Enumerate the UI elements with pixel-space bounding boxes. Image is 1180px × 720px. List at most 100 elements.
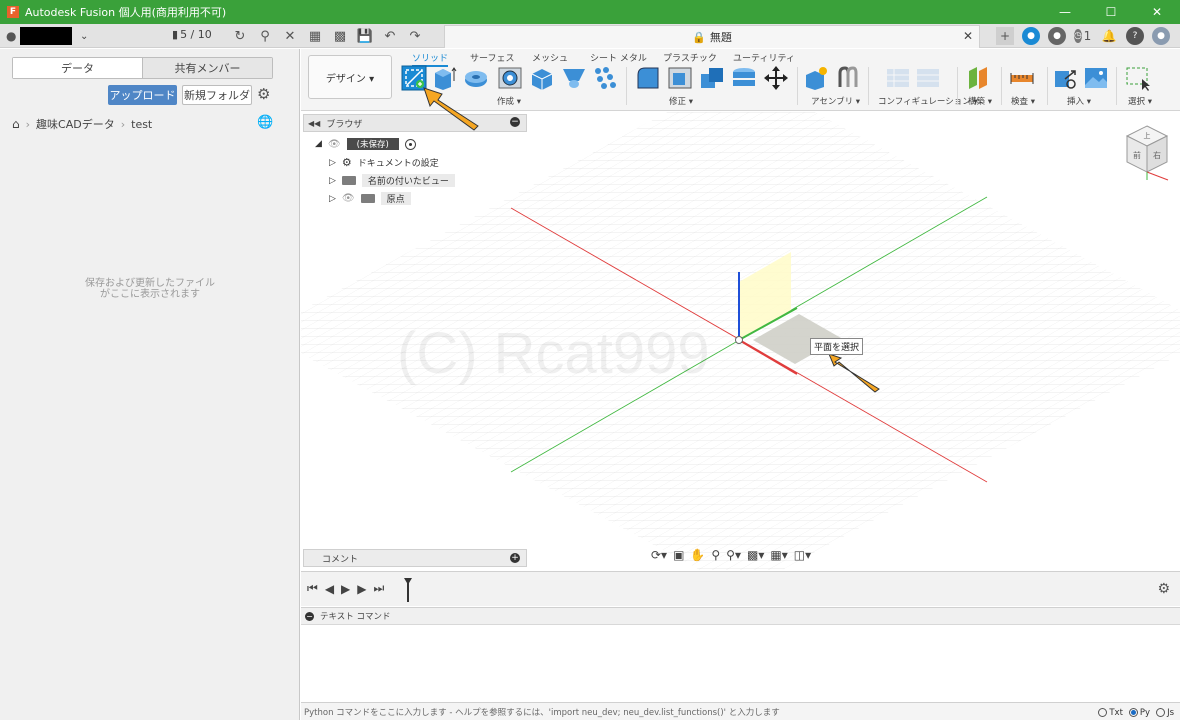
viewcube[interactable]: 上 前 右 bbox=[1122, 122, 1172, 182]
help-icon[interactable]: ? bbox=[1126, 27, 1144, 45]
search-icon[interactable]: ⚲ bbox=[257, 27, 273, 45]
timeline-marker[interactable] bbox=[404, 578, 412, 602]
collapsed-triangle-icon[interactable]: ▷ bbox=[329, 194, 336, 204]
command-input[interactable]: Python コマンドをここに入力します - ヘルプを参照するには、'impor… bbox=[301, 702, 1180, 720]
tree-item-document-settings[interactable]: ▷ ⚙ ドキュメントの設定 bbox=[329, 156, 439, 169]
visibility-eye-icon[interactable]: 👁 bbox=[328, 139, 341, 150]
box-button[interactable] bbox=[529, 65, 555, 91]
hidden-eye-icon[interactable]: 👁 bbox=[342, 193, 355, 204]
refresh-icon[interactable]: ↻ bbox=[232, 27, 248, 45]
breadcrumb-folder[interactable]: test bbox=[131, 118, 152, 131]
grid-menu-icon[interactable]: ▦ bbox=[307, 27, 323, 45]
option-py[interactable]: Py bbox=[1128, 708, 1150, 718]
look-at-icon[interactable]: ▣ bbox=[673, 548, 684, 562]
select-button[interactable] bbox=[1125, 65, 1151, 91]
tab-utility[interactable]: ユーティリティ bbox=[733, 51, 795, 64]
close-window-button[interactable]: ✕ bbox=[1134, 0, 1180, 24]
fit-icon[interactable]: ⚲▾ bbox=[726, 548, 741, 562]
tab-mesh[interactable]: メッシュ bbox=[532, 51, 568, 64]
home-icon[interactable]: ⌂ bbox=[12, 117, 20, 131]
tab-plastic[interactable]: プラスチック bbox=[663, 51, 717, 64]
globe-icon[interactable]: 🌐 bbox=[257, 115, 273, 130]
new-folder-button[interactable]: 新規フォルダ bbox=[182, 85, 252, 105]
viewports-icon[interactable]: ◫▾ bbox=[794, 548, 811, 562]
configure-rule-button[interactable] bbox=[915, 65, 941, 91]
group-label-inspect[interactable]: 検査 ▾ bbox=[1011, 95, 1035, 107]
minimize-browser-icon[interactable]: − bbox=[510, 117, 520, 127]
collapse-browser-icon[interactable]: ◀◀ bbox=[308, 119, 320, 128]
group-label-assemble[interactable]: アセンブリ ▾ bbox=[811, 95, 860, 107]
maximize-button[interactable]: ☐ bbox=[1088, 0, 1134, 24]
group-label-modify[interactable]: 修正 ▾ bbox=[669, 95, 693, 107]
file-menu-icon[interactable]: ▩ bbox=[332, 27, 348, 45]
measure-button[interactable] bbox=[1009, 65, 1035, 91]
group-label-insert[interactable]: 挿入 ▾ bbox=[1067, 95, 1091, 107]
zoom-icon[interactable]: ⚲ bbox=[711, 548, 720, 562]
extensions-icon[interactable]: ● bbox=[1022, 27, 1040, 45]
tree-item-named-views[interactable]: ▷ 名前の付いたビュー bbox=[329, 174, 455, 187]
joint-button[interactable] bbox=[835, 65, 861, 91]
fillet-button[interactable] bbox=[635, 65, 661, 91]
option-txt[interactable]: Txt bbox=[1098, 708, 1123, 718]
save-icon[interactable]: 💾 bbox=[357, 27, 373, 45]
add-comment-icon[interactable]: + bbox=[510, 553, 520, 563]
insert-derive-button[interactable] bbox=[1053, 65, 1079, 91]
timeline-settings-icon[interactable]: ⚙ bbox=[1157, 581, 1170, 597]
display-settings-icon[interactable]: ▩▾ bbox=[747, 548, 764, 562]
group-label-configure[interactable]: コンフィギュレーション ▾ bbox=[878, 95, 978, 107]
job-status-circle-icon[interactable]: ● bbox=[1048, 27, 1066, 45]
go-to-start-icon[interactable]: ⏮ bbox=[307, 581, 318, 596]
avatar[interactable]: ● bbox=[1152, 27, 1170, 45]
origin-point[interactable] bbox=[735, 336, 743, 344]
configure-table-button[interactable] bbox=[885, 65, 911, 91]
close-panel-icon[interactable]: ✕ bbox=[282, 27, 298, 45]
collapse-text-command-icon[interactable]: − bbox=[305, 611, 314, 621]
press-pull-button[interactable] bbox=[667, 65, 693, 91]
expanded-triangle-icon[interactable]: ◢ bbox=[315, 139, 322, 149]
hole-button[interactable] bbox=[497, 65, 523, 91]
grid-settings-icon[interactable]: ▦▾ bbox=[770, 548, 787, 562]
activate-radio-icon[interactable] bbox=[404, 138, 416, 150]
tree-item-origin[interactable]: ▷ 👁 原点 bbox=[329, 192, 411, 205]
pan-hand-icon[interactable]: ✋ bbox=[690, 548, 705, 562]
shell-button[interactable] bbox=[731, 65, 757, 91]
breadcrumb-project[interactable]: 趣味CADデータ bbox=[36, 116, 115, 132]
collapsed-triangle-icon[interactable]: ▷ bbox=[329, 158, 336, 168]
move-copy-button[interactable] bbox=[763, 65, 789, 91]
go-to-end-icon[interactable]: ⏭ bbox=[374, 581, 385, 596]
canvas-viewport[interactable]: (C) Rcat999 平面を選択 ◀◀ ブラウザ − ◢ 👁 (未保存) ▷ … bbox=[301, 112, 1180, 570]
collapsed-triangle-icon[interactable]: ▷ bbox=[329, 176, 336, 186]
online-status[interactable]: ◷ 1 bbox=[1074, 27, 1092, 45]
group-label-construct[interactable]: 構築 ▾ bbox=[968, 95, 992, 107]
close-tab-icon[interactable]: ✕ bbox=[963, 29, 973, 43]
group-label-create[interactable]: 作成 ▾ bbox=[497, 95, 521, 107]
combine-button[interactable] bbox=[699, 65, 725, 91]
pattern-button[interactable] bbox=[592, 65, 618, 91]
play-icon[interactable]: ▶ bbox=[341, 582, 350, 596]
browser-root-node[interactable]: ◢ 👁 (未保存) bbox=[315, 138, 416, 150]
account-menu[interactable]: ● ⌄ bbox=[6, 27, 88, 45]
gear-icon[interactable]: ⚙ bbox=[257, 85, 270, 103]
group-label-select[interactable]: 選択 ▾ bbox=[1128, 95, 1152, 107]
new-component-button[interactable] bbox=[803, 65, 829, 91]
step-back-icon[interactable]: ◀ bbox=[325, 582, 334, 596]
step-forward-icon[interactable]: ▶ bbox=[357, 582, 366, 596]
tab-surface[interactable]: サーフェス bbox=[470, 51, 514, 64]
document-tab[interactable]: 🔒 無題 ✕ bbox=[444, 25, 980, 48]
tab-data[interactable]: データ bbox=[13, 58, 142, 78]
insert-canvas-button[interactable] bbox=[1083, 65, 1109, 91]
undo-icon[interactable]: ↶ bbox=[382, 27, 398, 45]
new-tab-icon[interactable]: + bbox=[996, 27, 1014, 45]
loft-button[interactable] bbox=[561, 65, 587, 91]
minimize-button[interactable]: — bbox=[1042, 0, 1088, 24]
tab-sheet-metal[interactable]: シート メタル bbox=[590, 51, 647, 64]
tab-shared-members[interactable]: 共有メンバー bbox=[142, 58, 272, 78]
job-status[interactable]: ▮ 5 / 10 bbox=[172, 28, 212, 41]
upload-button[interactable]: アップロード bbox=[108, 85, 177, 105]
option-js[interactable]: Js bbox=[1156, 708, 1174, 718]
redo-icon[interactable]: ↷ bbox=[407, 27, 423, 45]
offset-plane-button[interactable] bbox=[966, 65, 992, 91]
fusion-app-icon: F bbox=[7, 6, 19, 18]
orbit-icon[interactable]: ⟳▾ bbox=[651, 548, 667, 562]
bell-icon[interactable]: 🔔 bbox=[1100, 27, 1118, 45]
